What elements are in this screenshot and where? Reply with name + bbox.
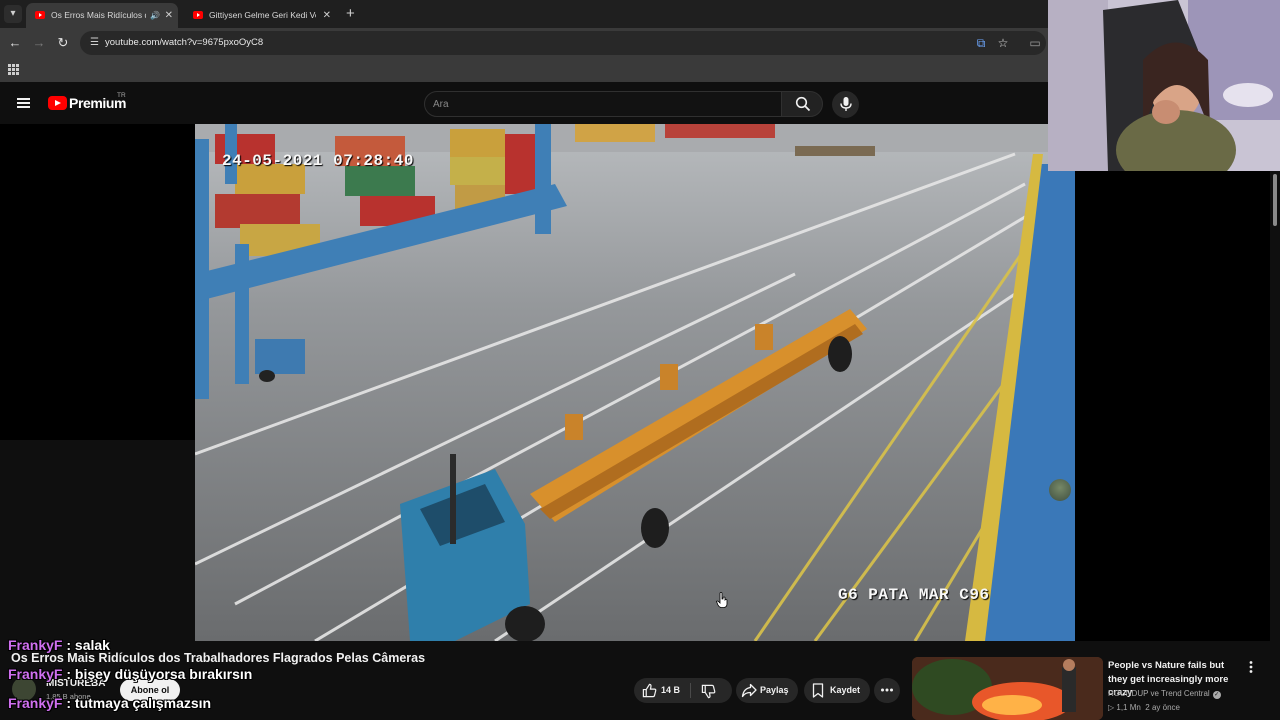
cctv-camera-label: G6 PATA MAR C96 [838,586,990,604]
back-icon[interactable]: ← [7,35,23,51]
tab-inactive[interactable]: Gittiysen Gelme Geri Kedi Versiyon ✕ [184,3,336,28]
search-input[interactable] [433,92,773,116]
search-box[interactable] [424,91,782,117]
reader-icon[interactable]: ▭ [1027,35,1043,51]
tab-active[interactable]: Os Erros Mais Ridículos dos Trabalhadore… [26,3,178,28]
cctv-timestamp: 24-05-2021 07:28:40 [222,152,414,170]
chat-username: FrankyF [8,666,63,682]
search-button[interactable] [781,91,823,117]
address-bar[interactable]: ☰ youtube.com/watch?v=9675pxoOyC8 ⧉ ☆ ▭ [80,31,1046,55]
star-icon[interactable]: ☆ [995,35,1011,51]
more-actions-button[interactable] [874,678,900,703]
reload-icon[interactable]: ↻ [55,35,71,51]
forward-icon[interactable]: → [31,35,47,51]
hand-cursor-icon [716,592,728,608]
webcam-image [1048,0,1280,171]
chat-text: bişey düşüyorsa bırakırsın [74,666,253,682]
like-icon [642,683,657,698]
recommended-meta: ▷ 1,1 Mn 2 ay önce [1108,703,1180,712]
mic-icon [840,97,852,111]
chat-username: FrankyF [8,637,63,653]
hamburger-icon[interactable] [17,98,30,108]
recommended-thumbnail-image [912,657,1103,720]
share-label: Paylaş [760,685,789,695]
like-count: 14 B [661,685,681,695]
save-icon [812,683,824,698]
close-tab-icon[interactable]: ✕ [165,3,173,28]
search-icon [795,96,811,112]
player-left-margin [0,124,195,440]
speaker-icon[interactable]: 🔊 [150,3,160,28]
browser-tab-bar: ▾ Os Erros Mais Ridículos dos Trabalhado… [0,0,1048,28]
translate-icon[interactable]: ⧉ [973,35,989,51]
channel-watermark-icon[interactable] [1049,479,1071,501]
recommended-views: 1,1 Mn [1116,703,1141,712]
recommended-thumbnail[interactable] [912,657,1103,720]
video-player[interactable]: 24-05-2021 07:28:40 G6 PATA MAR C96 [195,124,1075,641]
chat-message: FrankyF : salak [8,637,110,653]
share-icon [741,683,757,698]
video-frame [195,124,1075,641]
country-code: TR [117,92,126,99]
scrollbar-thumb[interactable] [1273,174,1277,226]
verified-icon: ✓ [1212,691,1221,699]
youtube-favicon-icon [193,11,203,19]
site-info-icon[interactable]: ☰ [88,36,101,49]
save-button[interactable]: Kaydet [804,678,870,703]
video-title: Os Erros Mais Ridículos dos Trabalhadore… [11,651,426,665]
recommended-channel-name: ROUNDUP ve Trend Central [1108,689,1210,698]
voice-search-button[interactable] [832,91,859,118]
apps-icon[interactable] [8,64,19,75]
screen: ▾ Os Erros Mais Ridículos dos Trabalhado… [0,0,1280,720]
like-dislike-pill: 14 B [634,678,732,703]
tab-title: Os Erros Mais Ridículos dos Trabalhadore… [51,10,146,20]
more-icon [881,688,893,692]
youtube-header: Premium TR [0,82,1048,124]
recommended-more-icon[interactable] [1246,660,1256,674]
chat-message: FrankyF : bişey düşüyorsa bırakırsın [8,666,253,682]
chat-username: FrankyF [8,695,63,711]
page-scrollbar[interactable] [1270,171,1280,641]
player-right-margin [1075,171,1270,641]
new-tab-icon[interactable]: + [346,5,355,23]
youtube-favicon-icon [35,11,45,19]
chat-message: FrankyF : tutmaya çalışmazsın [8,695,212,711]
tab-menu-icon[interactable]: ▾ [4,5,22,23]
chat-text: tutmaya çalışmazsın [74,695,212,711]
close-tab-icon[interactable]: ✕ [323,3,331,28]
like-button[interactable]: 14 B [634,678,690,703]
streamer-webcam [1048,0,1280,171]
share-button[interactable]: Paylaş [736,678,798,703]
youtube-logo-icon[interactable] [48,96,67,110]
bookmarks-bar [0,58,1048,82]
url-text[interactable]: youtube.com/watch?v=9675pxoOyC8 [105,31,263,55]
recommended-channel[interactable]: ROUNDUP ve Trend Central ✓ [1108,689,1221,699]
dislike-icon [701,684,716,699]
recommended-age: 2 ay önce [1145,703,1180,712]
browser-toolbar: ← → ↻ ☰ youtube.com/watch?v=9675pxoOyC8 … [0,28,1048,58]
dislike-button[interactable] [691,678,732,703]
chat-text: salak [74,637,110,653]
save-label: Kaydet [830,685,861,695]
tab-title: Gittiysen Gelme Geri Kedi Versiyon [209,10,316,20]
